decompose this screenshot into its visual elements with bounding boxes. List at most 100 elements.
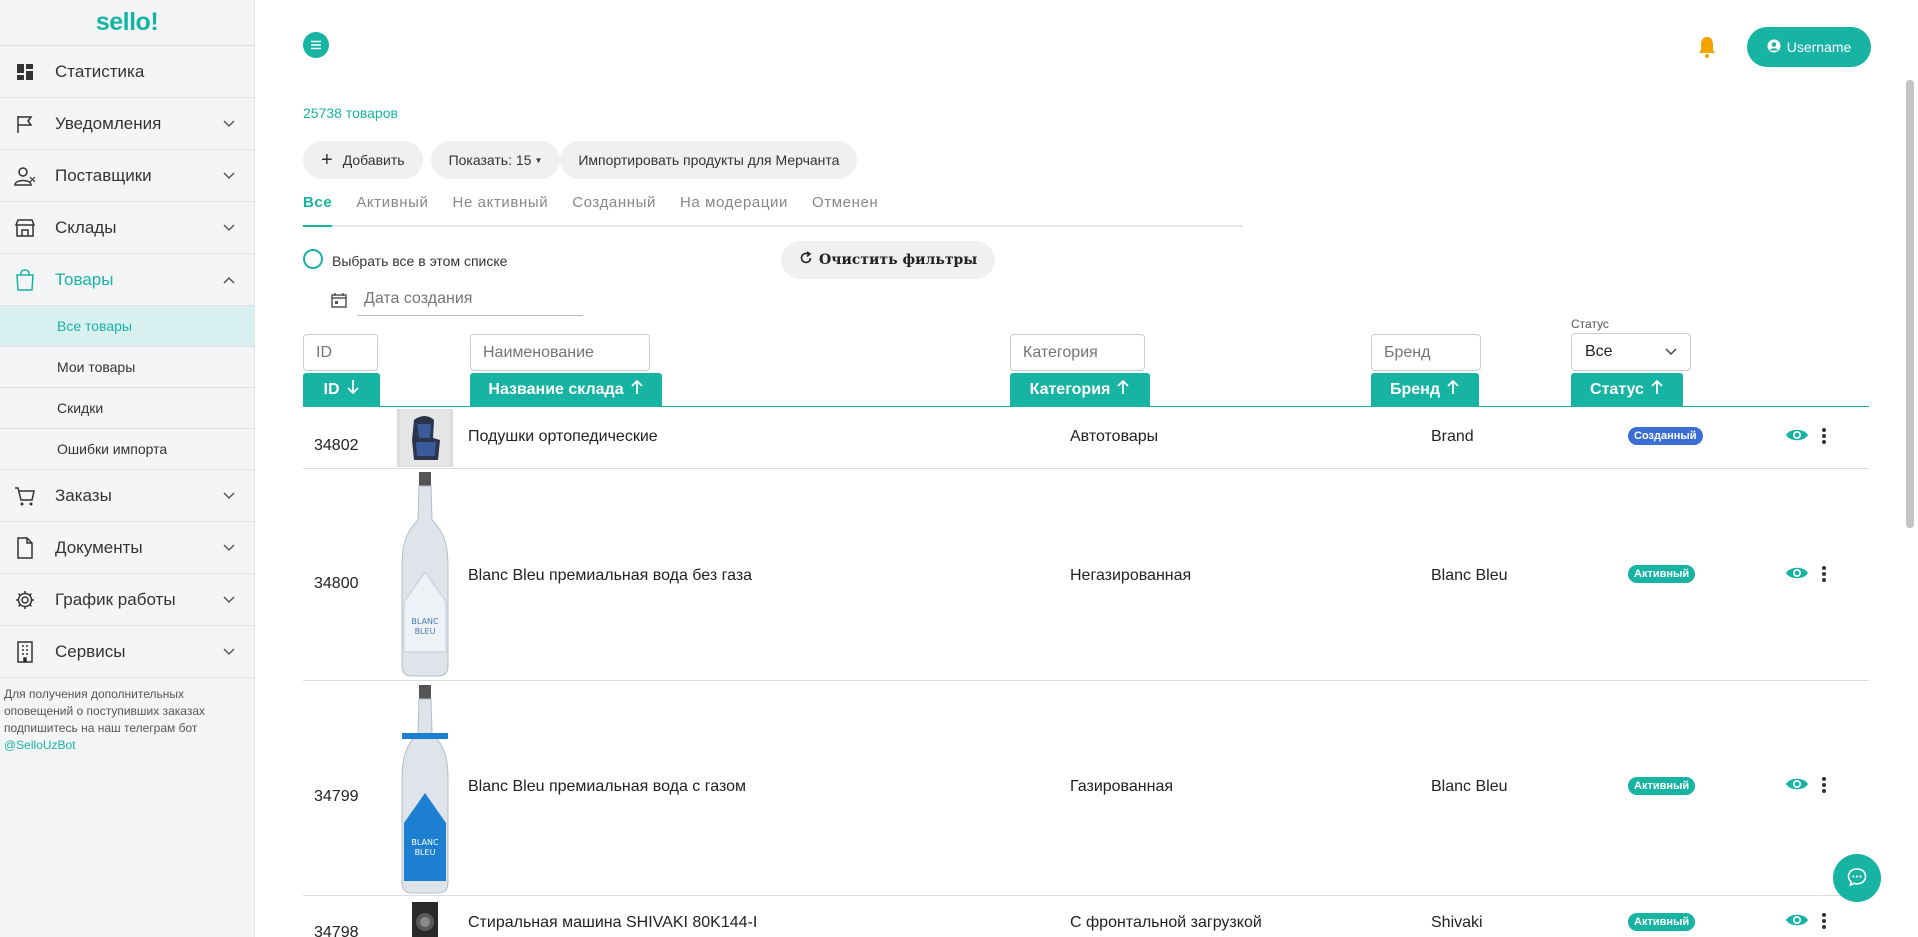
dashboard-icon <box>14 61 36 83</box>
sidebar-item-notifications[interactable]: Уведомления <box>0 98 254 150</box>
sidebar-item-products[interactable]: Товары <box>0 254 254 306</box>
product-category: Газированная <box>1070 778 1174 795</box>
page-size-dropdown[interactable]: Показать: 15 ▼ <box>430 141 561 179</box>
table-row[interactable]: 34800 BLANC BLEU Blanc Bleu премиальная … <box>303 469 1869 681</box>
product-image[interactable]: BLANC BLEU <box>397 472 453 678</box>
sidebar-item-documents[interactable]: Документы <box>0 522 254 574</box>
import-products-button[interactable]: Импортировать продукты для Мерчанта <box>560 141 858 179</box>
view-icon[interactable] <box>1785 565 1811 583</box>
status-badge: Созданный <box>1628 427 1703 445</box>
user-menu-button[interactable]: Username <box>1747 27 1871 67</box>
product-name[interactable]: Подушки ортопедические <box>468 428 658 446</box>
username-label: Username <box>1786 39 1852 55</box>
product-image[interactable]: BLANC BLEU <box>397 684 453 896</box>
product-image[interactable] <box>397 409 453 467</box>
telegram-bot-link[interactable]: @SelloUzBot <box>4 738 76 752</box>
product-image[interactable] <box>397 902 453 937</box>
brand-filter-input[interactable] <box>1371 334 1481 371</box>
tab-moderation[interactable]: На модерации <box>680 190 788 227</box>
add-button[interactable]: + Добавить <box>303 141 423 179</box>
toolbar: + Добавить Показать: 15 ▼ Импортировать … <box>303 141 858 179</box>
clear-filters-button[interactable]: Очистить фильтры <box>781 241 996 279</box>
sidebar-subitem-discounts[interactable]: Скидки <box>0 388 254 429</box>
sidebar-subitem-all-products[interactable]: Все товары <box>0 306 254 347</box>
category-filter-input[interactable] <box>1010 334 1145 371</box>
chevron-down-icon <box>222 489 236 503</box>
sidebar-item-orders[interactable]: Заказы <box>0 470 254 522</box>
svg-text:BLEU: BLEU <box>415 848 436 857</box>
sort-status-button[interactable]: Статус <box>1571 373 1683 406</box>
more-options-icon[interactable] <box>1821 912 1827 930</box>
tab-active[interactable]: Активный <box>356 190 428 227</box>
status-filter-select[interactable]: Все <box>1571 333 1691 371</box>
sidebar-item-statistics[interactable]: Статистика <box>0 46 254 98</box>
chat-icon <box>1847 867 1867 890</box>
tab-all[interactable]: Все <box>303 190 333 227</box>
tab-created[interactable]: Созданный <box>572 190 656 227</box>
table-row[interactable]: 34799 BLANC BLEU Blanc Bleu премиальная … <box>303 681 1869 896</box>
menu-toggle-button[interactable] <box>303 32 329 58</box>
arrow-up-icon <box>1446 379 1460 400</box>
bell-icon[interactable] <box>1695 35 1719 59</box>
column-category-label: Категория <box>1029 380 1111 398</box>
id-filter-input[interactable] <box>303 334 378 371</box>
tab-inactive[interactable]: Не активный <box>453 190 549 227</box>
more-options-icon[interactable] <box>1821 776 1827 794</box>
product-id: 34799 <box>314 788 359 805</box>
logo[interactable]: sello! <box>0 0 254 46</box>
tab-canceled[interactable]: Отменен <box>812 190 878 227</box>
sort-brand-button[interactable]: Бренд <box>1371 373 1479 406</box>
sidebar-item-warehouses[interactable]: Склады <box>0 202 254 254</box>
products-count: 25738 товаров <box>303 105 398 121</box>
view-icon[interactable] <box>1785 776 1811 794</box>
arrow-down-icon <box>346 379 360 400</box>
select-all[interactable]: Выбрать все в этом списке <box>303 249 507 269</box>
status-badge: Активный <box>1628 777 1696 795</box>
product-name[interactable]: Стиральная машина SHIVAKI 80K144-I <box>468 914 757 932</box>
chevron-down-icon <box>222 541 236 555</box>
svg-text:BLANC: BLANC <box>411 617 439 626</box>
sidebar-item-services[interactable]: Сервисы <box>0 626 254 678</box>
table-row[interactable]: 34802 Подушки ортопедические Автотовары … <box>303 407 1869 469</box>
sidebar-subitem-my-products[interactable]: Мои товары <box>0 347 254 388</box>
sidebar-item-schedule[interactable]: График работы <box>0 574 254 626</box>
product-category: Негазированная <box>1070 567 1192 584</box>
sidebar-item-label: Поставщики <box>55 165 152 185</box>
building-icon <box>14 640 36 663</box>
chat-button[interactable] <box>1833 854 1881 902</box>
plus-icon: + <box>321 149 333 171</box>
page-scrollbar[interactable] <box>1906 80 1914 528</box>
arrow-up-icon <box>630 379 644 400</box>
sidebar-item-label: Заказы <box>55 485 112 505</box>
more-options-icon[interactable] <box>1821 427 1827 445</box>
name-filter-input[interactable] <box>470 334 650 371</box>
user-icon <box>14 165 36 187</box>
status-tabs: Все Активный Не активный Созданный На мо… <box>303 190 1243 227</box>
view-icon[interactable] <box>1785 912 1811 930</box>
svg-text:BLANC: BLANC <box>411 838 439 847</box>
product-name[interactable]: Blanc Bleu премиальная вода без газа <box>468 567 752 585</box>
product-brand: Blanc Bleu <box>1431 778 1508 795</box>
more-options-icon[interactable] <box>1821 565 1827 583</box>
table-row[interactable]: 34798 Стиральная машина SHIVAKI 80K144-I… <box>303 896 1869 937</box>
flag-icon <box>14 113 36 135</box>
sort-name-button[interactable]: Название склада <box>470 373 662 406</box>
select-all-radio[interactable] <box>303 249 323 269</box>
select-all-label: Выбрать все в этом списке <box>332 252 508 269</box>
sidebar-item-label: Склады <box>55 217 117 237</box>
product-id: 34800 <box>314 575 359 592</box>
view-icon[interactable] <box>1785 427 1811 445</box>
sort-id-button[interactable]: ID <box>303 373 380 406</box>
arrow-up-icon <box>1650 379 1664 400</box>
product-name[interactable]: Blanc Bleu премиальная вода с газом <box>468 778 746 796</box>
add-button-label: Добавить <box>342 152 405 168</box>
column-name-label: Название склада <box>488 380 624 398</box>
sort-category-button[interactable]: Категория <box>1010 373 1150 406</box>
sidebar-subitem-import-errors[interactable]: Ошибки импорта <box>0 429 254 470</box>
column-id-label: ID <box>323 380 340 398</box>
refresh-icon <box>799 251 813 269</box>
creation-date-input[interactable] <box>358 282 583 316</box>
sidebar-item-label: Статистика <box>55 61 145 81</box>
sidebar-item-suppliers[interactable]: Поставщики <box>0 150 254 202</box>
product-brand: Blanc Bleu <box>1431 567 1508 584</box>
